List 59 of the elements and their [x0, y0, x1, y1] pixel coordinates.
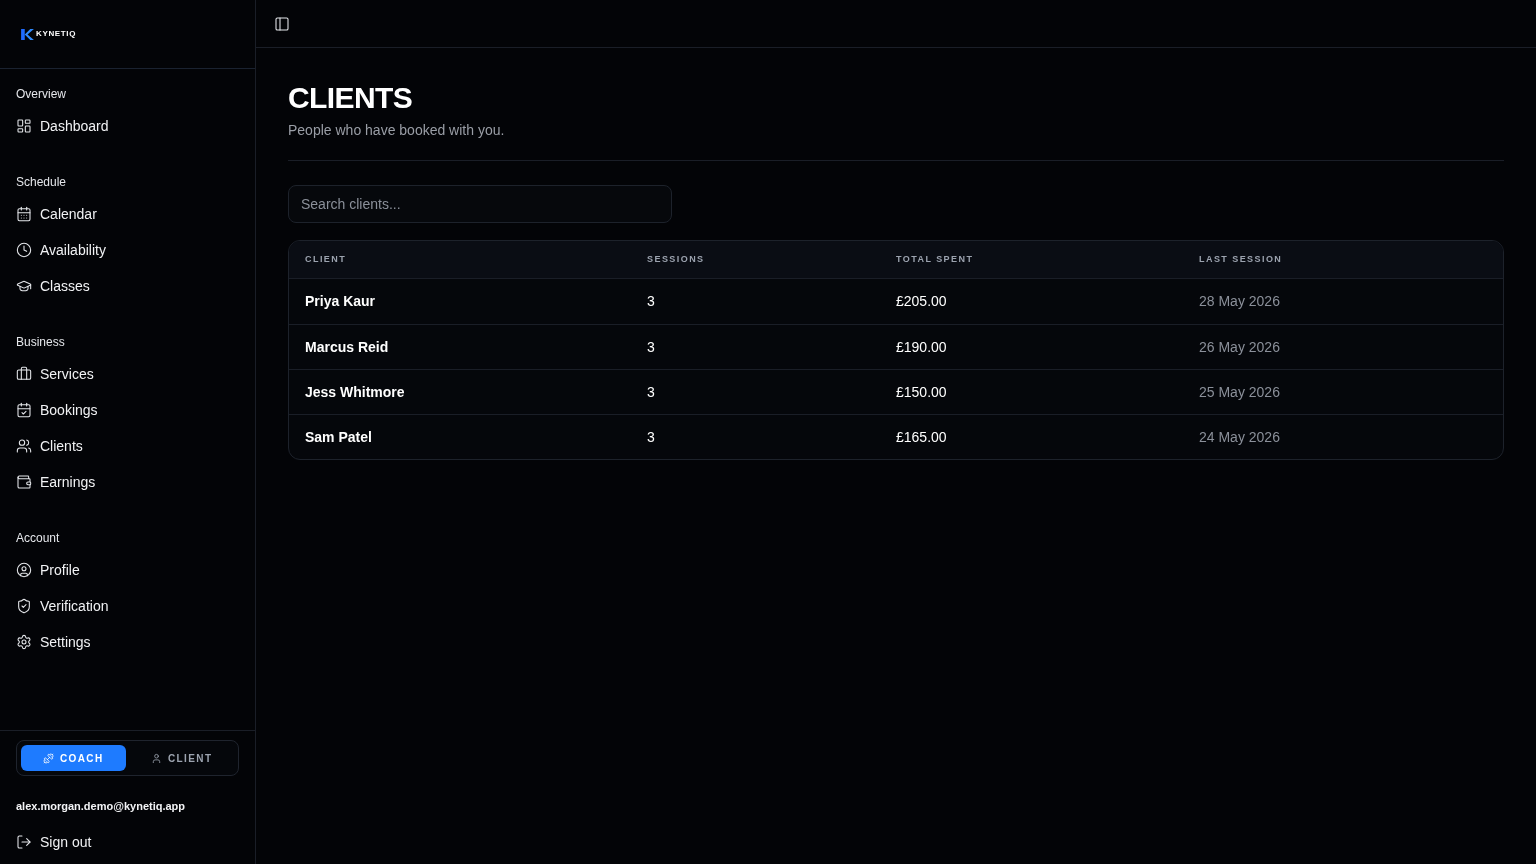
nav-item[interactable]: Classes [0, 268, 255, 304]
settings-icon [16, 634, 32, 650]
table-cell-text: £190.00 [895, 337, 948, 357]
nav-item[interactable]: Settings [0, 624, 255, 660]
role-tab[interactable]: CLIENT [129, 745, 234, 771]
nav-section-label: Account [15, 530, 61, 546]
dashboard-icon [16, 118, 32, 134]
page-title: CLIENTS [288, 80, 414, 116]
table-cell-text: 25 May 2026 [1198, 382, 1281, 402]
user-email: alex.morgan.demo@kynetiq.app [16, 799, 187, 814]
table-cell-text: Jess Whitmore [304, 382, 406, 402]
table-cell-text: Marcus Reid [304, 337, 390, 357]
column-header: LAST SESSION [1198, 252, 1284, 266]
nav-item[interactable]: Verification [0, 588, 255, 624]
nav-section-label: Overview [15, 86, 67, 102]
column-header: CLIENT [304, 252, 348, 266]
nav-item[interactable]: Dashboard [0, 108, 255, 144]
nav-item[interactable]: Clients [0, 428, 255, 464]
users-icon [16, 438, 32, 454]
user-icon [151, 752, 162, 764]
clock-icon [16, 242, 32, 258]
shield-check-icon [16, 598, 32, 614]
user-circle-icon [16, 562, 32, 578]
sign-out-link[interactable]: Sign out [16, 824, 239, 860]
nav-section-label: Business [15, 334, 66, 350]
nav-item[interactable]: Calendar [0, 196, 255, 232]
briefcase-icon [16, 366, 32, 382]
nav-item[interactable]: Services [0, 356, 255, 392]
table-cell-text: 28 May 2026 [1198, 292, 1281, 311]
table-cell-text: £205.00 [895, 292, 948, 311]
table-cell-text: 24 May 2026 [1198, 427, 1281, 447]
calendar-icon [16, 206, 32, 222]
nav-section-label: Schedule [15, 174, 68, 190]
brand-name: KYNETIQ [36, 30, 77, 38]
nav-item[interactable]: Earnings [0, 464, 255, 500]
sign-out-icon [16, 834, 32, 850]
calendar-check-icon [16, 402, 32, 418]
graduation-cap-icon [16, 278, 32, 294]
dumbbell-icon [42, 752, 54, 764]
sidebar-panel-icon [274, 15, 290, 32]
search-field[interactable]: Search clients... [288, 185, 672, 223]
page-subtitle: People who have booked with you. [288, 121, 506, 140]
table-cell-text: Priya Kaur [304, 292, 377, 311]
column-header: SESSIONS [646, 252, 706, 266]
table-cell-text: Sam Patel [304, 427, 373, 447]
nav-item[interactable]: Profile [0, 552, 255, 588]
table-cell-text: 3 [646, 382, 656, 402]
nav-item[interactable]: Availability [0, 232, 255, 268]
table-cell-text: 3 [646, 292, 656, 311]
logo-mark-icon [21, 28, 34, 40]
table-cell-text: 3 [646, 337, 656, 357]
table-cell-text: 26 May 2026 [1198, 337, 1281, 357]
role-tab[interactable]: COACH [21, 745, 126, 771]
column-header: TOTAL SPENT [895, 252, 975, 266]
wallet-icon [16, 474, 32, 490]
table-cell-text: £165.00 [895, 427, 948, 447]
table-cell-text: £150.00 [895, 382, 948, 402]
nav-item[interactable]: Bookings [0, 392, 255, 428]
table-cell-text: 3 [646, 427, 656, 447]
